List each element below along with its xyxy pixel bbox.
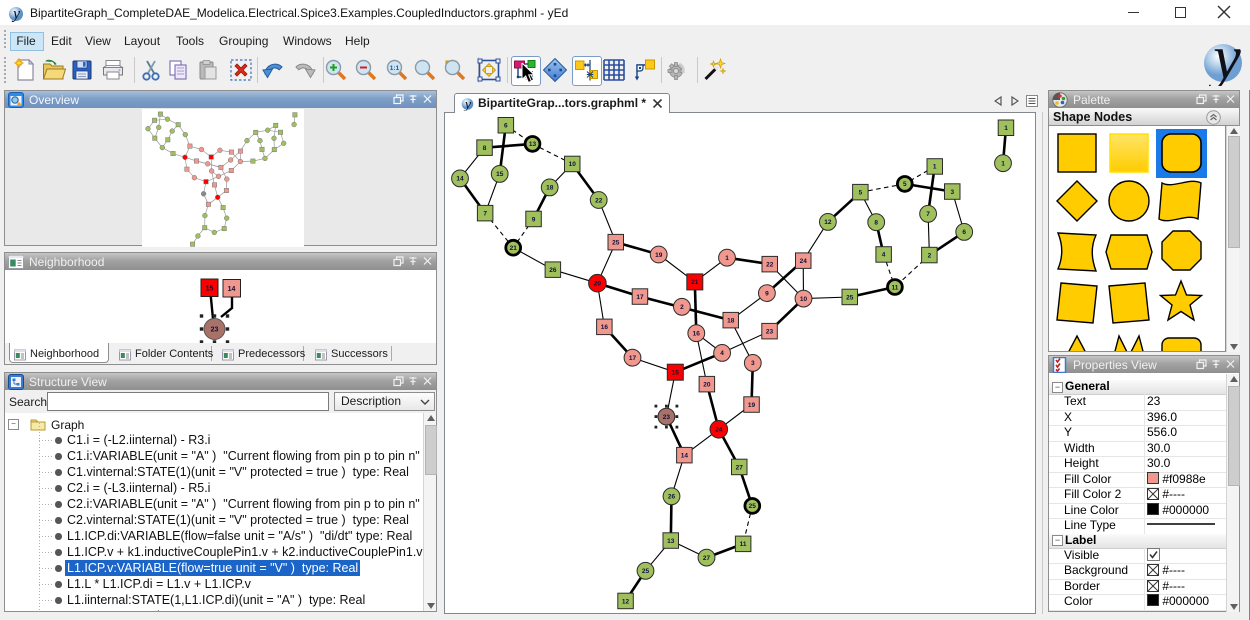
svg-text:26: 26 (549, 267, 557, 274)
svg-text:24: 24 (800, 258, 808, 265)
svg-text:2: 2 (680, 304, 684, 311)
svg-text:14: 14 (456, 176, 464, 183)
svg-text:2: 2 (928, 252, 932, 259)
svg-text:23: 23 (663, 414, 671, 421)
svg-text:25: 25 (846, 294, 854, 301)
svg-text:9: 9 (532, 216, 536, 223)
svg-text:y: y (463, 98, 472, 112)
svg-text:6: 6 (504, 123, 508, 130)
svg-text:y: y (1207, 28, 1241, 86)
svg-text:1:1: 1:1 (390, 65, 400, 72)
svg-text:10: 10 (569, 161, 577, 168)
svg-text:9: 9 (765, 290, 769, 297)
svg-text:16: 16 (693, 331, 701, 338)
svg-text:17: 17 (636, 294, 644, 301)
svg-text:5: 5 (903, 181, 907, 188)
svg-text:19: 19 (748, 402, 756, 409)
svg-text:22: 22 (766, 261, 774, 268)
svg-text:7: 7 (926, 211, 930, 218)
svg-text:5: 5 (859, 190, 863, 197)
svg-text:13: 13 (667, 538, 675, 545)
svg-text:1: 1 (1001, 161, 1005, 168)
svg-text:23: 23 (766, 329, 774, 336)
svg-text:15: 15 (496, 171, 504, 178)
svg-text:6: 6 (962, 229, 966, 236)
svg-text:11: 11 (740, 541, 747, 548)
svg-text:7: 7 (483, 211, 487, 218)
svg-text:11: 11 (891, 284, 898, 291)
svg-text:19: 19 (655, 252, 663, 259)
svg-text:4: 4 (720, 350, 724, 357)
svg-text:4: 4 (882, 252, 886, 259)
svg-text:14: 14 (681, 452, 689, 459)
svg-text:3: 3 (950, 189, 954, 196)
svg-text:26: 26 (668, 494, 676, 501)
svg-text:12: 12 (824, 219, 832, 226)
svg-text:27: 27 (736, 464, 744, 471)
svg-text:1: 1 (933, 164, 937, 171)
svg-text:3: 3 (751, 360, 755, 367)
svg-text:10: 10 (800, 296, 808, 303)
svg-text:y: y (11, 6, 21, 23)
svg-text:1: 1 (1004, 125, 1008, 132)
svg-text:13: 13 (529, 141, 537, 148)
svg-text:18: 18 (727, 318, 735, 325)
svg-text:17: 17 (629, 355, 637, 362)
svg-text:15: 15 (672, 370, 680, 377)
svg-text:21: 21 (691, 279, 699, 286)
svg-text:20: 20 (594, 281, 602, 288)
svg-text:8: 8 (483, 145, 487, 152)
svg-text:25: 25 (642, 568, 650, 575)
svg-text:12: 12 (622, 598, 630, 605)
svg-text:18: 18 (546, 185, 554, 192)
svg-text:8: 8 (874, 220, 878, 227)
svg-text:25: 25 (749, 503, 757, 510)
svg-text:20: 20 (703, 381, 711, 388)
svg-text:27: 27 (703, 555, 711, 562)
svg-text:24: 24 (715, 427, 723, 434)
svg-text:1: 1 (725, 255, 729, 262)
svg-text:15: 15 (206, 286, 214, 293)
svg-text:21: 21 (510, 245, 518, 252)
svg-text:22: 22 (595, 197, 603, 204)
svg-text:14: 14 (228, 286, 236, 293)
svg-text:25: 25 (612, 240, 620, 247)
svg-text:23: 23 (211, 327, 219, 334)
svg-text:16: 16 (601, 324, 609, 331)
